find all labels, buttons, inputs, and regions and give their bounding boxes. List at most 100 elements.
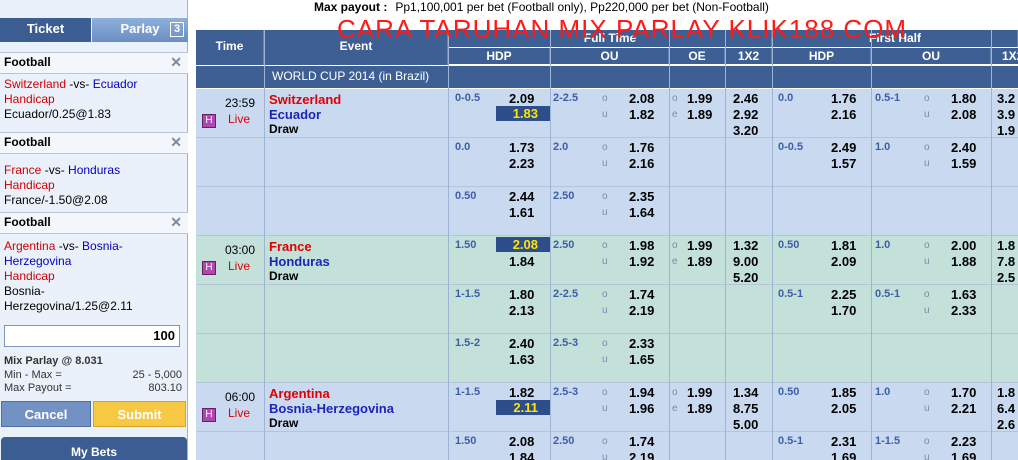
ou-over-odd[interactable]: 2.08 — [629, 91, 654, 106]
x12-home[interactable]: 2.46 — [733, 91, 758, 106]
x12-draw[interactable]: 5.20 — [733, 270, 758, 285]
fh-x12-home[interactable]: 1.8 — [997, 385, 1015, 400]
stake-input[interactable]: 100 — [4, 325, 180, 347]
hdp-home-odd[interactable]: 2.44 — [509, 189, 534, 204]
fh-ou-over-odd[interactable]: 1.80 — [951, 91, 976, 106]
oe-even[interactable]: 1.89 — [687, 107, 712, 122]
fh-ou-over-marker: o — [924, 93, 930, 104]
favorite-icon[interactable]: H — [202, 408, 216, 422]
fh-ou-under-odd[interactable]: 1.88 — [951, 254, 976, 269]
fh-hdp-home-odd[interactable]: 2.25 — [831, 287, 856, 302]
x12-home[interactable]: 1.34 — [733, 385, 758, 400]
fh-ou-under-odd[interactable]: 2.21 — [951, 401, 976, 416]
oe-even[interactable]: 1.89 — [687, 254, 712, 269]
fh-ou-over-odd[interactable]: 2.23 — [951, 434, 976, 449]
my-bets-button[interactable]: My Bets — [1, 437, 187, 460]
tab-ticket[interactable]: Ticket — [0, 18, 91, 42]
fh-ou-over-odd[interactable]: 1.63 — [951, 287, 976, 302]
fh-ou-over-marker: o — [924, 436, 930, 447]
hdp-away-odd[interactable]: 1.84 — [509, 450, 534, 460]
fh-ou-under-odd[interactable]: 1.59 — [951, 156, 976, 171]
fh-ou-under-odd[interactable]: 1.69 — [951, 450, 976, 460]
ou-under-marker: u — [602, 452, 608, 460]
remove-leg-close-icon[interactable]: ✕ — [170, 214, 182, 231]
hdp-away-odd[interactable]: 1.83 — [496, 106, 550, 121]
fh-hdp-away-odd[interactable]: 1.57 — [831, 156, 856, 171]
x12-draw[interactable]: 3.20 — [733, 123, 758, 138]
hdp-home-odd[interactable]: 2.08 — [509, 434, 534, 449]
favorite-icon[interactable]: H — [202, 261, 216, 275]
fh-hdp-home-odd[interactable]: 2.31 — [831, 434, 856, 449]
ou-over-odd[interactable]: 1.98 — [629, 238, 654, 253]
fh-hdp-home-odd[interactable]: 1.81 — [831, 238, 856, 253]
fh-ou-over-odd[interactable]: 2.00 — [951, 238, 976, 253]
favorite-icon[interactable]: H — [202, 114, 216, 128]
hdp-away-odd[interactable]: 2.13 — [509, 303, 534, 318]
fh-x12-home[interactable]: 3.2 — [997, 91, 1015, 106]
ou-under-odd[interactable]: 1.92 — [629, 254, 654, 269]
ou-under-odd[interactable]: 2.16 — [629, 156, 654, 171]
fh-hdp-away-odd[interactable]: 2.09 — [831, 254, 856, 269]
ou-under-odd[interactable]: 1.96 — [629, 401, 654, 416]
hdp-away-odd[interactable]: 2.11 — [496, 400, 550, 415]
fh-x12-draw[interactable]: 2.6 — [997, 417, 1015, 432]
cancel-button[interactable]: Cancel — [1, 401, 91, 427]
fh-hdp-home-odd[interactable]: 2.49 — [831, 140, 856, 155]
ou-under-odd[interactable]: 1.82 — [629, 107, 654, 122]
ou-over-odd[interactable]: 1.76 — [629, 140, 654, 155]
hdp-away-odd[interactable]: 1.84 — [509, 254, 534, 269]
fh-ou-under-odd[interactable]: 2.33 — [951, 303, 976, 318]
fh-ou-under-odd[interactable]: 2.08 — [951, 107, 976, 122]
x12-home[interactable]: 1.32 — [733, 238, 758, 253]
fh-hdp-away-odd[interactable]: 1.70 — [831, 303, 856, 318]
hdp-home-odd[interactable]: 2.08 — [496, 237, 550, 252]
x12-away[interactable]: 9.00 — [733, 254, 758, 269]
ou-under-odd[interactable]: 1.65 — [629, 352, 654, 367]
x12-draw[interactable]: 5.00 — [733, 417, 758, 432]
ou-under-odd[interactable]: 2.19 — [629, 450, 654, 460]
submit-button[interactable]: Submit — [93, 401, 186, 427]
ou-over-odd[interactable]: 2.33 — [629, 336, 654, 351]
fh-hdp-away-odd[interactable]: 2.05 — [831, 401, 856, 416]
fh-x12-draw[interactable]: 1.9 — [997, 123, 1015, 138]
leg-vs: -vs- — [41, 163, 69, 177]
hdp-line: 1-1.5 — [455, 288, 481, 300]
fh-x12-away[interactable]: 7.8 — [997, 254, 1015, 269]
ou-under-odd[interactable]: 1.64 — [629, 205, 654, 220]
fh-hdp-home-odd[interactable]: 1.85 — [831, 385, 856, 400]
x12-away[interactable]: 8.75 — [733, 401, 758, 416]
fh-ou-over-odd[interactable]: 1.70 — [951, 385, 976, 400]
ou-over-odd[interactable]: 1.94 — [629, 385, 654, 400]
remove-leg-close-icon[interactable]: ✕ — [170, 134, 182, 151]
fh-ou-line: 0.5-1 — [875, 288, 901, 300]
oe-odd[interactable]: 1.99 — [687, 385, 712, 400]
ou-over-odd[interactable]: 2.35 — [629, 189, 654, 204]
remove-leg-close-icon[interactable]: ✕ — [170, 54, 182, 71]
leg-sport: Football — [4, 135, 51, 149]
hdp-away-odd[interactable]: 2.23 — [509, 156, 534, 171]
fh-x12-home[interactable]: 1.8 — [997, 238, 1015, 253]
hdp-home-odd[interactable]: 1.73 — [509, 140, 534, 155]
fh-x12-draw[interactable]: 2.5 — [997, 270, 1015, 285]
tab-parlay[interactable]: Parlay 3 — [92, 18, 188, 42]
fh-x12-away[interactable]: 3.9 — [997, 107, 1015, 122]
fh-hdp-home-odd[interactable]: 1.76 — [831, 91, 856, 106]
hdp-away-odd[interactable]: 1.63 — [509, 352, 534, 367]
fh-hdp-away-odd[interactable]: 2.16 — [831, 107, 856, 122]
fh-hdp-away-odd[interactable]: 1.69 — [831, 450, 856, 460]
hdp-home-odd[interactable]: 1.80 — [509, 287, 534, 302]
x12-away[interactable]: 2.92 — [733, 107, 758, 122]
hdp-home-odd[interactable]: 1.82 — [509, 385, 534, 400]
fh-x12-away[interactable]: 6.4 — [997, 401, 1015, 416]
ou-over-odd[interactable]: 1.74 — [629, 287, 654, 302]
oe-even[interactable]: 1.89 — [687, 401, 712, 416]
hdp-line: 0-0.5 — [455, 92, 481, 104]
oe-odd[interactable]: 1.99 — [687, 91, 712, 106]
ou-over-odd[interactable]: 1.74 — [629, 434, 654, 449]
hdp-home-odd[interactable]: 2.40 — [509, 336, 534, 351]
hdp-away-odd[interactable]: 1.61 — [509, 205, 534, 220]
hdp-home-odd[interactable]: 2.09 — [509, 91, 534, 106]
oe-odd[interactable]: 1.99 — [687, 238, 712, 253]
fh-ou-over-odd[interactable]: 2.40 — [951, 140, 976, 155]
ou-under-odd[interactable]: 2.19 — [629, 303, 654, 318]
